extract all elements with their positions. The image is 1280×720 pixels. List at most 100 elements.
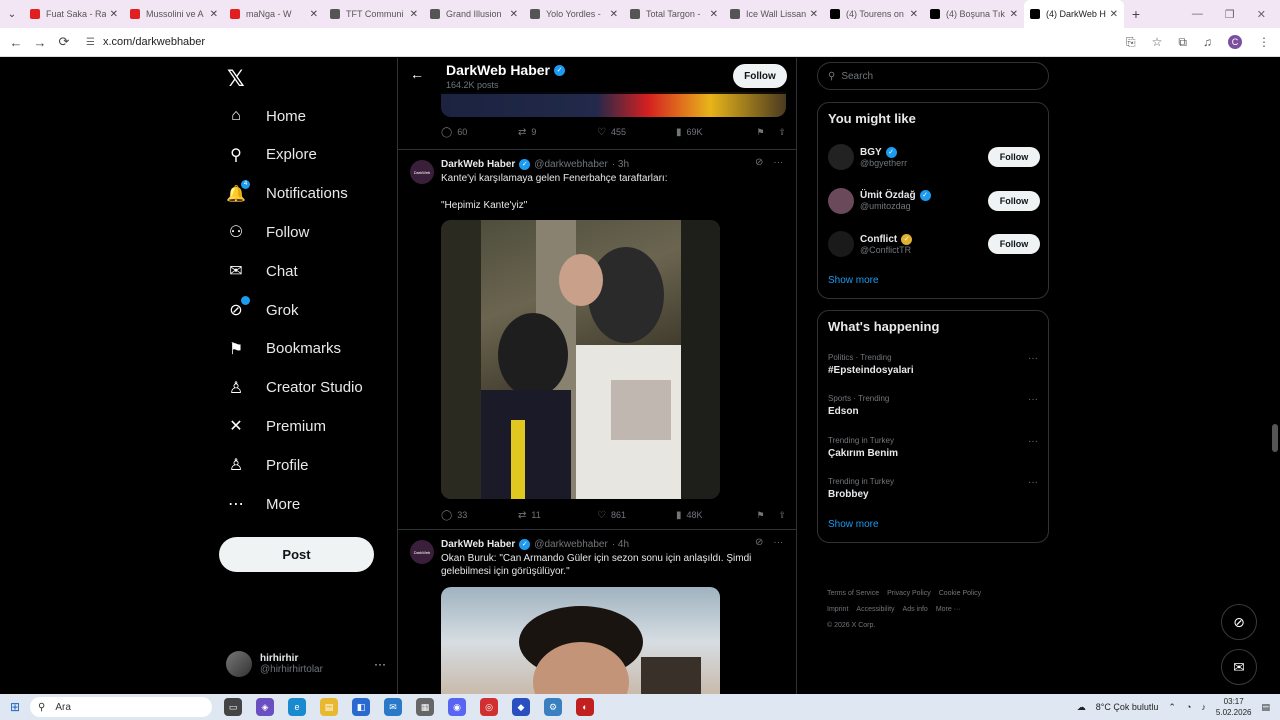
footer-link[interactable]: Terms of Service (827, 590, 879, 597)
suggestion-item[interactable]: BGY ✓ @bgyetherr Follow (828, 141, 1040, 173)
browser-tab[interactable]: maNga - W ✕ (224, 0, 324, 28)
tab-close-icon[interactable]: ✕ (810, 9, 818, 20)
sidebar-item-more[interactable]: ⋯ More (227, 489, 300, 519)
avatar[interactable] (828, 231, 854, 257)
back-icon[interactable]: ← (4, 35, 28, 50)
like-button[interactable]: ♡ 455 (597, 127, 676, 138)
sidebar-item-follow[interactable]: ⚇ Follow (227, 217, 310, 247)
tab-close-icon[interactable]: ✕ (410, 9, 418, 20)
mail-icon[interactable]: ✉ (384, 698, 402, 716)
reload-icon[interactable]: ⟳ (52, 34, 76, 50)
tweet-more-icon[interactable]: ··· (773, 157, 783, 168)
tab-close-icon[interactable]: ✕ (910, 9, 918, 20)
show-more-link[interactable]: Show more (828, 519, 879, 530)
avatar[interactable] (828, 144, 854, 170)
tweet-author-name[interactable]: DarkWeb Haber (441, 159, 515, 170)
windows-start-icon[interactable]: ⊞ (0, 700, 30, 714)
sidebar-item-grok[interactable]: ⊘ Grok (227, 295, 299, 325)
tab-close-icon[interactable]: ✕ (1010, 9, 1018, 20)
reply-button[interactable]: ◯ 33 (441, 510, 518, 521)
avatar[interactable] (828, 187, 854, 214)
footer-link[interactable]: Ads info (903, 606, 928, 613)
tab-close-icon[interactable]: ✕ (310, 9, 318, 20)
bookmark-icon[interactable]: ⚑ (756, 127, 764, 138)
chrome-icon[interactable]: ◎ (480, 698, 498, 716)
notification-center-icon[interactable]: ▤ (1261, 702, 1270, 713)
tweet-time[interactable]: · 3h (612, 159, 629, 170)
suggestion-item[interactable]: Ümit Özdağ ✓ @umitozdag Follow (828, 185, 1040, 217)
like-button[interactable]: ♡ 861 (597, 510, 676, 521)
discord-icon[interactable]: ◉ (448, 698, 466, 716)
tweet-author-handle[interactable]: @darkwebhaber (534, 159, 608, 170)
weather-text[interactable]: 8°C Çok bulutlu (1096, 702, 1159, 712)
app-icon[interactable]: ▦ (416, 698, 434, 716)
tab-close-icon[interactable]: ✕ (210, 9, 218, 20)
trend-more-icon[interactable]: ··· (1028, 436, 1038, 447)
tab-close-icon[interactable]: ✕ (1110, 9, 1118, 20)
footer-link[interactable]: © 2026 X Corp. (827, 622, 875, 629)
store-icon[interactable]: ◧ (352, 698, 370, 716)
browser-tab[interactable]: Grand Illusion ✕ (424, 0, 524, 28)
search-input[interactable]: ⚲ Search (817, 62, 1049, 90)
trend-item[interactable]: Trending in Turkey Brobbey ··· (828, 477, 1040, 507)
profile-avatar[interactable]: C (1228, 35, 1242, 49)
account-switcher[interactable]: hirhirhir @hirhirhirtolar ··· (226, 648, 386, 680)
browser-tab[interactable]: TFT Communi ✕ (324, 0, 424, 28)
back-arrow-icon[interactable]: ← (410, 66, 424, 82)
browser-tab[interactable]: (4) Boşuna Tık ✕ (924, 0, 1024, 28)
media-icon[interactable]: ♫ (1203, 35, 1212, 49)
trend-more-icon[interactable]: ··· (1028, 477, 1038, 488)
share-icon[interactable]: ⇪ (778, 127, 786, 138)
tweet-photo[interactable] (441, 220, 720, 499)
minimize-icon[interactable]: — (1192, 8, 1203, 21)
footer-link[interactable]: Cookie Policy (939, 590, 981, 597)
account-more-icon[interactable]: ··· (374, 657, 386, 671)
volume-icon[interactable]: ♪ (1201, 702, 1206, 712)
sidebar-item-profile[interactable]: ♙ Profile (227, 450, 309, 480)
reply-button[interactable]: ◯ 60 (441, 127, 518, 138)
sidebar-item-premium[interactable]: ✕ Premium (227, 411, 326, 441)
grok-fab-icon[interactable]: ⊘ (1221, 604, 1257, 640)
post-button[interactable]: Post (219, 537, 374, 572)
install-icon[interactable]: ⎘ (1126, 35, 1136, 50)
scrollbar[interactable] (1270, 58, 1280, 694)
footer-link[interactable]: More ··· (936, 606, 961, 613)
trend-item[interactable]: Sports · Trending Edson ··· (828, 394, 1040, 424)
show-more-link[interactable]: Show more (828, 275, 879, 286)
file-explorer-icon[interactable]: ▤ (320, 698, 338, 716)
browser-tab[interactable]: Fuat Saka - Ra ✕ (24, 0, 124, 28)
browser-tab[interactable]: (4) Tourens on ✕ (824, 0, 924, 28)
edge-icon[interactable]: e (288, 698, 306, 716)
sidebar-item-creator-studio[interactable]: ♙ Creator Studio (227, 373, 363, 403)
trend-item[interactable]: Trending in Turkey Çakırım Benim ··· (828, 436, 1040, 466)
follow-button[interactable]: Follow (733, 64, 787, 88)
tweet-time[interactable]: · 4h (612, 539, 629, 550)
forward-icon[interactable]: → (28, 35, 52, 50)
browser-tab[interactable]: Ice Wall Lissan ✕ (724, 0, 824, 28)
site-info-icon[interactable]: ☰ (86, 37, 95, 48)
trend-item[interactable]: Politics · Trending #Epsteindosyalari ··· (828, 353, 1040, 383)
network-icon[interactable]: ◔ (1186, 702, 1191, 712)
close-window-icon[interactable]: ✕ (1257, 8, 1266, 21)
browser-tab[interactable]: (4) DarkWeb H ✕ (1024, 0, 1124, 28)
copilot-icon[interactable]: ◈ (256, 698, 274, 716)
x-logo-icon[interactable]: 𝕏 (227, 66, 245, 92)
repost-button[interactable]: ⇄ 9 (518, 127, 597, 138)
app-icon-4[interactable]: ◐ (576, 698, 594, 716)
sidebar-item-chat[interactable]: ✉ Chat (227, 256, 297, 286)
tweet-author-name[interactable]: DarkWeb Haber (441, 539, 515, 550)
footer-link[interactable]: Accessibility (856, 606, 894, 613)
follow-button[interactable]: Follow (988, 147, 1040, 167)
suggestion-item[interactable]: Conflict ✓ @ConflictTR Follow (828, 228, 1040, 260)
sidebar-item-home[interactable]: ⌂ Home (227, 101, 306, 131)
tab-close-icon[interactable]: ✕ (710, 9, 718, 20)
tweet-more-icon[interactable]: ··· (773, 537, 783, 548)
follow-button[interactable]: Follow (988, 234, 1040, 254)
grok-icon[interactable]: ⊘ (755, 157, 763, 168)
footer-link[interactable]: Imprint (827, 606, 848, 613)
avatar[interactable]: DarkWeb (410, 160, 434, 184)
repost-button[interactable]: ⇄ 11 (518, 510, 597, 521)
extensions-icon[interactable]: ⧉ (1178, 35, 1187, 50)
sidebar-item-notifications[interactable]: 🔔 4 Notifications (226, 179, 348, 209)
browser-menu-icon[interactable]: ⋮ (1258, 35, 1270, 49)
